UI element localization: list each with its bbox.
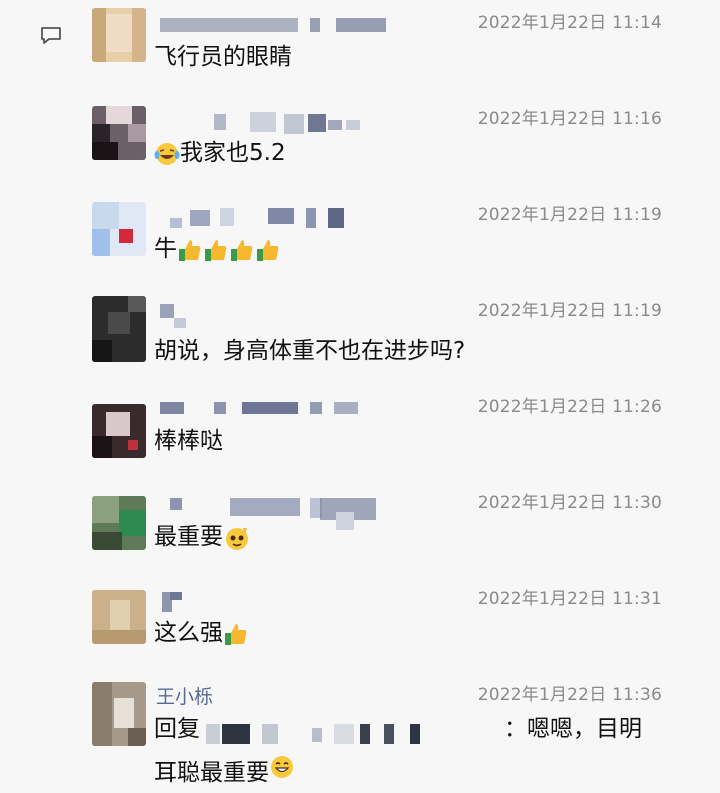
comment-time: 2022年1月22日 11:26	[477, 397, 662, 417]
comment-text-line2: 耳聪最重要	[154, 754, 295, 788]
comment-time: 2022年1月22日 11:19	[477, 205, 662, 225]
avatar[interactable]	[92, 404, 146, 458]
avatar[interactable]	[92, 106, 146, 160]
avatar[interactable]	[92, 496, 146, 550]
comment-text: 回复	[154, 716, 200, 742]
comment-text: 飞行员的眼睛	[154, 44, 292, 70]
comment-item: 2022年1月22日 11:19 牛	[0, 192, 720, 288]
comment-text: 这么强	[154, 618, 249, 648]
thumbs-up-emoji	[231, 239, 253, 261]
thumbs-up-emoji	[205, 239, 227, 261]
avatar[interactable]	[92, 8, 146, 62]
smile-emoji	[271, 756, 293, 778]
comment-item: 2022年1月22日 11:16 我家也5.2	[0, 96, 720, 192]
thumbs-up-emoji	[179, 239, 201, 261]
avatar[interactable]	[92, 590, 146, 644]
comment-time: 2022年1月22日 11:36	[477, 685, 662, 705]
comment-text: 棒棒哒	[154, 428, 223, 454]
clever-emoji	[226, 527, 248, 550]
comment-item: 2022年1月22日 11:26 棒棒哒	[0, 384, 720, 480]
comment-time: 2022年1月22日 11:14	[477, 13, 662, 33]
comment-item: 2022年1月22日 11:14 飞行员的眼睛	[0, 0, 720, 96]
avatar[interactable]	[92, 682, 146, 746]
comment-text: 牛	[154, 234, 281, 264]
comment-time: 2022年1月22日 11:31	[477, 589, 662, 609]
comment-text: 胡说，身高体重不也在进步吗?	[154, 338, 466, 364]
comment-item: 2022年1月22日 11:31 这么强	[0, 576, 720, 672]
comment-author[interactable]: 王小栎	[156, 682, 213, 709]
comment-time: 2022年1月22日 11:19	[477, 301, 662, 321]
comment-item: 2022年1月22日 11:19 胡说，身高体重不也在进步吗?	[0, 288, 720, 384]
comment-time: 2022年1月22日 11:16	[477, 109, 662, 129]
comment-text: 我家也5.2	[154, 138, 286, 168]
reply-target-blurred	[206, 720, 506, 748]
reply-text: ：嗯嗯，目明	[504, 716, 642, 742]
comment-text: 最重要	[154, 522, 251, 552]
avatar[interactable]	[92, 296, 146, 362]
comment-item: 2022年1月22日 11:30 最重要	[0, 480, 720, 576]
comment-item: 王小栎 2022年1月22日 11:36 回复 ：嗯嗯，目明 耳聪最重要	[0, 672, 720, 793]
avatar[interactable]	[92, 202, 146, 256]
thumbs-up-emoji	[257, 239, 279, 261]
laughing-tears-emoji	[154, 142, 180, 165]
comment-time: 2022年1月22日 11:30	[477, 493, 662, 513]
thumbs-up-emoji	[225, 623, 247, 645]
comment-list: 2022年1月22日 11:14 飞行员的眼睛 2022年1月22日 11:16	[0, 0, 720, 793]
